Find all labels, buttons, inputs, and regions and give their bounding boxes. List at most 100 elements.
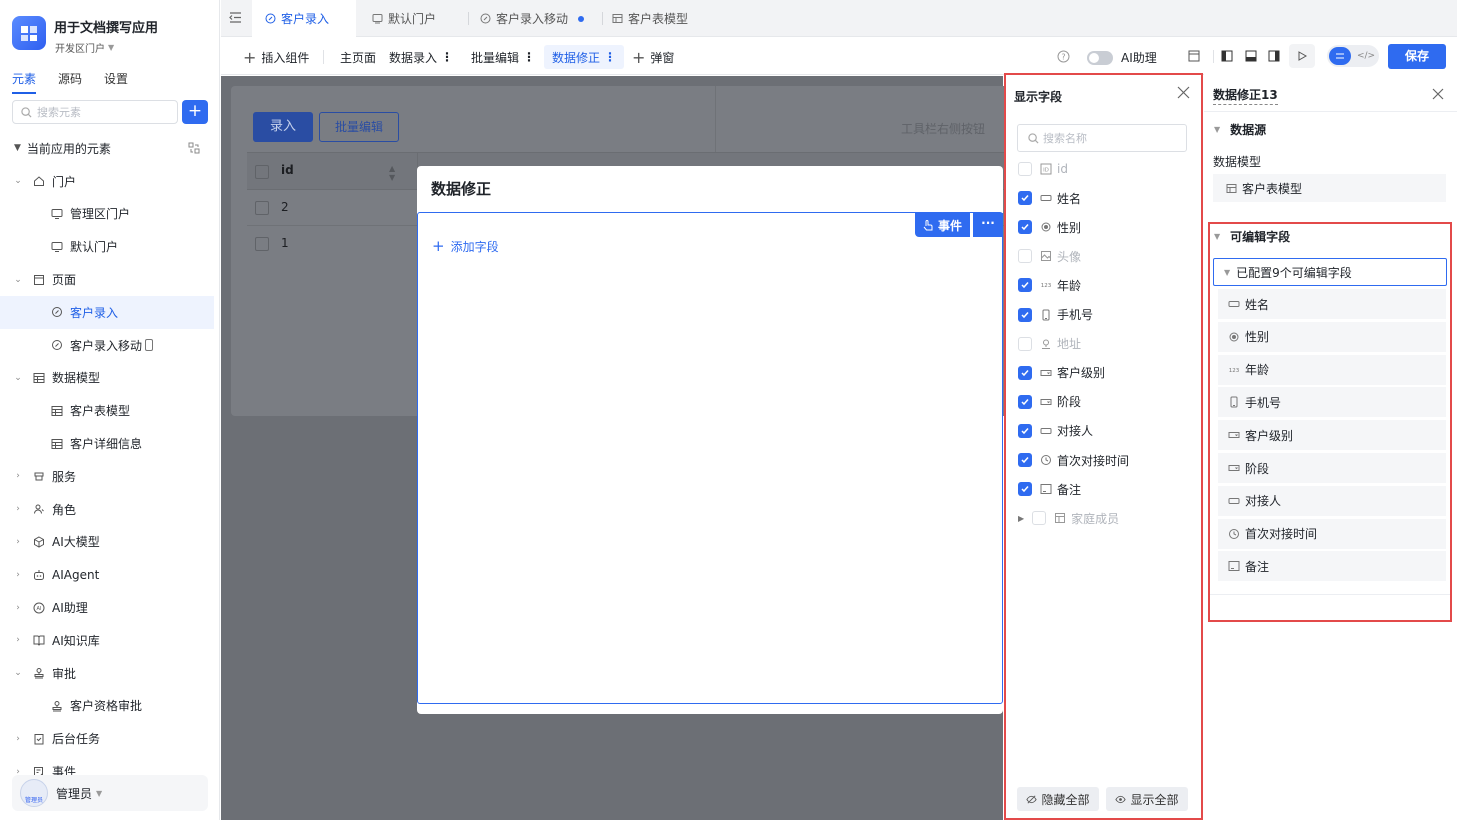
field-checkbox[interactable] [1018, 336, 1032, 351]
admin-user-menu[interactable]: 管理员 管理员 ▼ [12, 775, 208, 811]
field-option[interactable]: ▶ 家庭成员 [1018, 508, 1119, 528]
show-all-button[interactable]: 显示全部 [1106, 787, 1188, 811]
field-checkbox[interactable] [1018, 220, 1032, 235]
sidebar-item-8[interactable]: 客户详细信息 [0, 427, 214, 460]
chevron-right-icon[interactable]: › [12, 471, 24, 481]
chevron-right-icon[interactable]: › [12, 537, 24, 547]
chevron-right-icon[interactable]: › [12, 570, 24, 580]
collapse-sidebar-icon[interactable] [229, 11, 242, 24]
more-vertical-icon[interactable]: ⋮ [523, 50, 535, 64]
event-button[interactable]: 事件 [915, 213, 971, 237]
mode-switch[interactable]: </> [1327, 45, 1379, 67]
sidebar-item-11[interactable]: › AI大模型 [0, 526, 214, 559]
locate-icon[interactable] [188, 142, 200, 154]
help-icon[interactable]: ? [1057, 50, 1070, 63]
design-mode-icon[interactable] [1329, 47, 1351, 65]
tab-customer-model[interactable]: 客户表模型 [611, 0, 711, 37]
ai-assistant-toggle[interactable]: AI助理 [1087, 49, 1157, 66]
portal-selector[interactable]: 开发区门户 ▼ [55, 40, 114, 55]
toggle-switch[interactable] [1087, 50, 1113, 65]
sidebar-item-10[interactable]: › 角色 [0, 493, 214, 526]
sort-icon[interactable]: ▲ ▼ [389, 164, 395, 182]
field-checkbox[interactable] [1018, 162, 1032, 176]
close-icon[interactable] [1432, 88, 1444, 100]
layout-icon[interactable] [1188, 50, 1200, 62]
right-panel-icon[interactable] [1268, 50, 1280, 62]
field-option[interactable]: 123 年龄 [1018, 275, 1081, 295]
data-model-value[interactable]: 客户表模型 [1213, 174, 1446, 202]
sidebar-item-9[interactable]: › 服务 [0, 460, 214, 493]
tab-customer-entry[interactable]: 客户录入 [252, 0, 356, 37]
chevron-right-icon[interactable]: › [12, 603, 24, 613]
field-option[interactable]: 对接人 [1018, 421, 1093, 441]
field-option[interactable]: 备注 [1018, 479, 1081, 499]
code-mode-icon[interactable]: </> [1355, 47, 1377, 65]
sidebar-item-17[interactable]: › 后台任务 [0, 722, 214, 755]
chevron-right-icon[interactable]: › [12, 504, 24, 514]
editable-field-item[interactable]: 姓名 [1218, 289, 1446, 319]
editable-field-item[interactable]: 123 年龄 [1218, 354, 1446, 385]
save-button[interactable]: 保存 [1388, 44, 1446, 69]
sidebar-item-4[interactable]: 客户录入 [0, 295, 214, 329]
sidebar-item-15[interactable]: ⌄ 审批 [0, 657, 214, 690]
section-current-app[interactable]: ▼ 当前应用的元素 [0, 132, 214, 165]
chevron-down-icon[interactable]: ⌄ [12, 668, 24, 678]
editable-field-item[interactable]: 首次对接时间 [1218, 518, 1446, 549]
sidebar-item-12[interactable]: › AIAgent [0, 558, 214, 591]
add-element-button[interactable]: + [182, 100, 208, 124]
tab-elements[interactable]: 元素 [12, 70, 37, 94]
editable-field-item[interactable]: 手机号 [1218, 387, 1446, 418]
editable-section-header[interactable]: ▼ 可编辑字段 [1214, 228, 1290, 245]
editable-field-item[interactable]: 阶段 [1218, 453, 1446, 483]
chevron-right-icon[interactable]: › [12, 734, 24, 744]
field-option[interactable]: 手机号 [1018, 305, 1093, 325]
field-option[interactable]: 阶段 [1018, 392, 1081, 412]
sidebar-item-1[interactable]: 管理区门户 [0, 198, 214, 231]
field-option[interactable]: 首次对接时间 [1018, 450, 1129, 470]
sidebar-item-13[interactable]: › AI AI助理 [0, 591, 214, 624]
chevron-down-icon[interactable]: ⌄ [12, 373, 24, 383]
field-option[interactable]: 头像 [1018, 246, 1081, 266]
sidebar-item-0[interactable]: ⌄ 门户 [0, 165, 214, 198]
field-checkbox[interactable] [1018, 482, 1032, 497]
chevron-down-icon[interactable]: ⌄ [12, 176, 24, 186]
tab-customer-entry-mobile[interactable]: 客户录入移动 [479, 0, 599, 37]
row-checkbox[interactable] [255, 237, 269, 251]
field-option[interactable]: 地址 [1018, 334, 1081, 354]
datasource-section-header[interactable]: ▼ 数据源 [1214, 121, 1266, 138]
more-horizontal-icon[interactable]: ··· [973, 213, 1003, 237]
caret-right-icon[interactable]: ▶ [1018, 514, 1024, 523]
close-icon[interactable] [1177, 86, 1190, 99]
sidebar-item-16[interactable]: 客户资格审批 [0, 690, 214, 723]
bottom-panel-icon[interactable] [1245, 50, 1257, 62]
chevron-down-icon[interactable]: ⌄ [12, 275, 24, 285]
batch-edit-button[interactable]: 批量编辑 ⋮ [471, 45, 535, 69]
field-checkbox[interactable] [1018, 365, 1032, 380]
batch-edit-canvas-button[interactable]: 批量编辑 [319, 112, 399, 142]
tab-settings[interactable]: 设置 [104, 70, 128, 94]
editable-field-item[interactable]: 对接人 [1218, 485, 1446, 516]
sidebar-item-3[interactable]: ⌄ 页面 [0, 263, 214, 296]
field-checkbox[interactable] [1018, 191, 1032, 206]
configured-fields-dropdown[interactable]: ▼ 已配置9个可编辑字段 [1213, 258, 1447, 286]
row-checkbox[interactable] [255, 201, 269, 215]
add-field-button[interactable]: + 添加字段 [432, 237, 499, 255]
main-page-button[interactable]: 主页面 [340, 45, 376, 69]
insert-component-button[interactable]: + 插入组件 [243, 45, 309, 69]
sidebar-item-14[interactable]: › AI知识库 [0, 624, 214, 657]
data-entry-button[interactable]: 数据录入 ⋮ [389, 45, 453, 69]
entry-button[interactable]: 录入 [253, 112, 313, 142]
field-option[interactable]: 姓名 [1018, 188, 1081, 208]
field-checkbox[interactable] [1018, 307, 1032, 322]
hide-all-button[interactable]: 隐藏全部 [1017, 787, 1099, 811]
tab-source[interactable]: 源码 [58, 70, 82, 94]
select-all-checkbox[interactable] [255, 165, 269, 179]
field-checkbox[interactable] [1032, 511, 1047, 526]
more-vertical-icon[interactable]: ⋮ [604, 50, 616, 64]
editable-field-item[interactable]: 性别 [1218, 321, 1446, 352]
tab-default-portal[interactable]: 默认门户 [371, 0, 471, 37]
field-checkbox[interactable] [1018, 278, 1032, 293]
sidebar-item-2[interactable]: 默认门户 [0, 230, 214, 263]
sidebar-item-6[interactable]: ⌄ 数据模型 [0, 362, 214, 395]
field-option[interactable]: 客户级别 [1018, 363, 1105, 383]
